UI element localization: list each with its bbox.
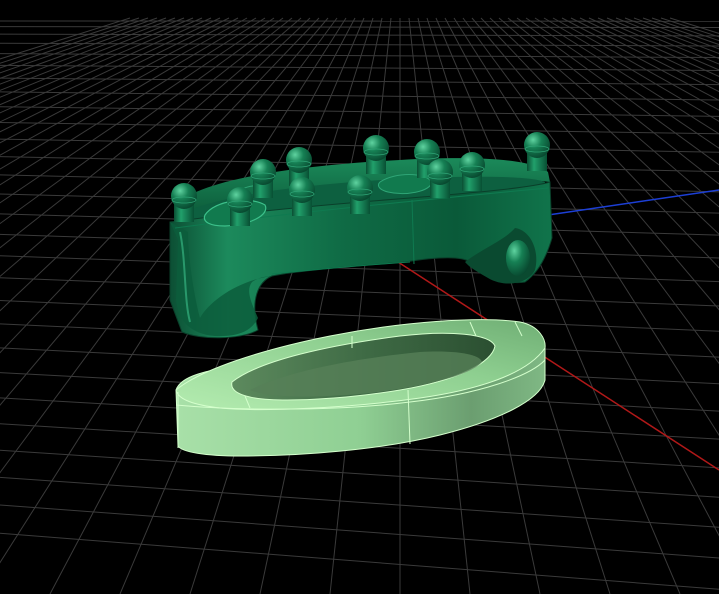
- grid-line: [462, 17, 719, 365]
- grid-line: [426, 17, 611, 594]
- grid-line: [543, 17, 719, 122]
- grid-line: [570, 17, 719, 93]
- grid-line: [0, 77, 719, 86]
- grid-line: [0, 17, 338, 474]
- pin: [250, 159, 276, 198]
- grid-line: [0, 106, 719, 117]
- grid-line: [615, 17, 719, 60]
- upper-part-model[interactable]: [169, 132, 553, 339]
- pin-cap: [286, 147, 312, 173]
- viewport-canvas[interactable]: [0, 0, 719, 594]
- grid-line: [435, 17, 681, 594]
- pin: [289, 177, 315, 216]
- grid-line: [0, 277, 719, 307]
- pin-cap: [227, 187, 253, 213]
- pin: [347, 175, 373, 214]
- grid-line: [597, 17, 719, 71]
- grid-line: [489, 17, 719, 235]
- pin-cap: [363, 135, 389, 161]
- upper-part-arch-knob: [506, 240, 530, 276]
- pin: [227, 187, 253, 226]
- grid-line: [259, 17, 383, 594]
- grid-line: [0, 91, 719, 101]
- ground-grid: [0, 17, 719, 594]
- grid-line: [0, 504, 719, 559]
- lower-ring-model[interactable]: [175, 319, 546, 457]
- grid-line: [0, 17, 320, 354]
- pin: [459, 152, 485, 191]
- pin: [524, 132, 550, 171]
- grid-line: [561, 17, 719, 101]
- pin: [427, 159, 453, 198]
- pin-cap: [171, 183, 197, 209]
- grid-line: [0, 17, 311, 312]
- grid-line: [0, 476, 719, 528]
- grid-line: [329, 17, 392, 594]
- grid-line: [0, 26, 719, 29]
- grid-line: [0, 53, 719, 59]
- pin-cap: [289, 177, 315, 203]
- grid-line: [534, 17, 719, 135]
- grid-line: [0, 17, 167, 79]
- pin-cap: [524, 132, 550, 158]
- grid-line: [453, 17, 719, 436]
- grid-line: [507, 17, 719, 185]
- grid-line: [0, 532, 719, 590]
- pin-cap: [427, 159, 453, 185]
- 3d-viewport[interactable]: [0, 0, 719, 594]
- grid-line: [0, 449, 719, 498]
- pin-cap: [250, 159, 276, 185]
- pin-cap: [459, 152, 485, 178]
- grid-line: [606, 17, 719, 65]
- pin-cap: [347, 175, 373, 201]
- pin: [363, 135, 389, 174]
- grid-line: [0, 17, 176, 85]
- pin: [171, 183, 197, 222]
- grid-line: [579, 17, 719, 85]
- grid-line: [498, 17, 719, 208]
